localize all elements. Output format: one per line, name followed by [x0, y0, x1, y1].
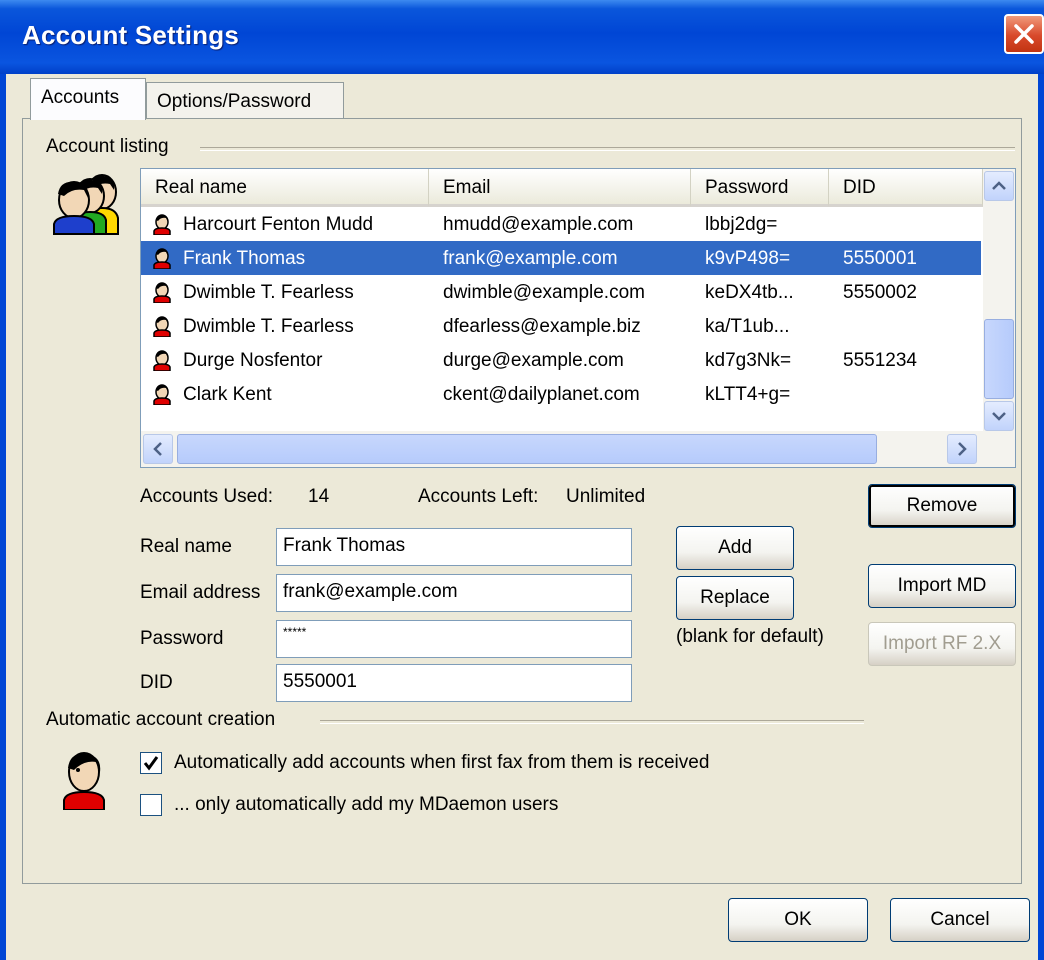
cell-real-name: Dwimble T. Fearless [183, 282, 354, 303]
accounts-used-value: 14 [308, 486, 330, 507]
scroll-up-button[interactable] [984, 171, 1014, 201]
user-icon [153, 214, 171, 235]
password-field[interactable]: ***** [276, 620, 632, 658]
vertical-scroll-thumb[interactable] [984, 319, 1014, 399]
user-icon [153, 350, 171, 371]
accounts-left-value: Unlimited [566, 486, 646, 507]
cell-email: dfearless@example.biz [443, 316, 641, 337]
real-name-field[interactable]: Frank Thomas [276, 528, 632, 566]
scroll-right-button[interactable] [947, 434, 977, 464]
checkmark-icon [143, 756, 159, 771]
scroll-up-icon [992, 181, 1006, 190]
auto-add-label[interactable]: Automatically add accounts when first fa… [174, 752, 709, 774]
user-icon [153, 316, 171, 337]
cancel-button[interactable]: Cancel [890, 898, 1030, 942]
replace-button[interactable]: Replace [676, 576, 794, 620]
column-header-did[interactable]: DID [829, 169, 983, 207]
import-md-button[interactable]: Import MD [868, 564, 1016, 608]
window-frame-right [1038, 74, 1044, 960]
did-field[interactable]: 5550001 [276, 664, 632, 702]
user-icon [153, 384, 171, 405]
horizontal-scroll-thumb[interactable] [177, 434, 877, 464]
scroll-left-button[interactable] [143, 434, 173, 464]
cell-email: frank@example.com [443, 248, 618, 269]
cell-password: kd7g3Nk= [705, 350, 792, 371]
auto-creation-label: Automatic account creation [46, 709, 284, 731]
cell-real-name: Frank Thomas [183, 248, 306, 269]
table-row[interactable]: Frank Thomas frank@example.com k9vP498= 555… [141, 241, 981, 275]
only-mdaemon-label[interactable]: ... only automatically add my MDaemon us… [174, 794, 558, 816]
user-icon [63, 752, 105, 810]
cell-password: lbbj2dg= [705, 214, 778, 235]
accounts-used-label: Accounts Used: [140, 486, 274, 507]
scroll-left-icon [153, 442, 162, 456]
cell-password: ka/T1ub... [705, 316, 790, 337]
cell-password: kLTT4+g= [705, 384, 791, 405]
horizontal-scrollbar[interactable] [141, 431, 1015, 467]
scroll-right-icon [958, 442, 967, 456]
scroll-down-icon [992, 412, 1006, 421]
column-header-real-name[interactable]: Real name [141, 169, 429, 207]
user-icon [153, 282, 171, 303]
cell-real-name: Dwimble T. Fearless [183, 316, 354, 337]
cell-real-name: Clark Kent [183, 384, 272, 405]
column-header-password[interactable]: Password [691, 169, 829, 207]
tab-options-password[interactable]: Options/Password [146, 82, 344, 118]
table-row[interactable]: Dwimble T. Fearless dfearless@example.biz… [141, 309, 981, 343]
table-row[interactable]: Dwimble T. Fearless dwimble@example.com ke… [141, 275, 981, 309]
real-name-label: Real name [140, 536, 232, 557]
cell-real-name: Harcourt Fenton Mudd [183, 214, 374, 235]
cell-did: 5550001 [843, 248, 917, 269]
table-row[interactable]: Harcourt Fenton Mudd hmudd@example.com lbb… [141, 207, 981, 241]
cell-password: keDX4tb... [705, 282, 794, 303]
window-title: Account Settings [22, 20, 239, 50]
table-row[interactable]: Clark Kent ckent@dailyplanet.com kLTT4+g= [141, 377, 981, 411]
cell-password: k9vP498= [705, 248, 791, 269]
cell-email: durge@example.com [443, 350, 624, 371]
tab-accounts[interactable]: Accounts [30, 78, 146, 120]
email-address-label: Email address [140, 582, 261, 603]
vertical-scrollbar[interactable] [983, 169, 1015, 431]
cell-real-name: Durge Nosfentor [183, 350, 323, 371]
add-button[interactable]: Add [676, 526, 794, 570]
only-mdaemon-checkbox[interactable] [140, 794, 162, 816]
table-row[interactable]: Durge Nosfentor durge@example.com kd7g3Nk=… [141, 343, 981, 377]
users-group-icon [53, 174, 119, 235]
password-label: Password [140, 628, 224, 649]
email-address-field[interactable]: frank@example.com [276, 574, 632, 612]
cell-email: ckent@dailyplanet.com [443, 384, 640, 405]
remove-button[interactable]: Remove [868, 484, 1016, 528]
accounts-left-label: Accounts Left: [418, 486, 539, 507]
scroll-down-button[interactable] [984, 401, 1014, 431]
close-icon [1014, 24, 1034, 44]
window-frame-left [0, 74, 6, 960]
cell-email: dwimble@example.com [443, 282, 645, 303]
accounts-listview[interactable]: Real name Email Password DID Harcourt Fe… [140, 168, 1016, 468]
user-icon [153, 248, 171, 269]
cell-email: hmudd@example.com [443, 214, 634, 235]
close-button[interactable] [1004, 14, 1044, 54]
auto-add-checkbox[interactable] [140, 752, 162, 774]
auto-creation-divider [320, 720, 864, 724]
blank-for-default-hint: (blank for default) [676, 626, 824, 647]
import-rf-button: Import RF 2.X [868, 622, 1016, 666]
account-listing-divider [200, 147, 1015, 151]
ok-button[interactable]: OK [728, 898, 868, 942]
cell-did: 5551234 [843, 350, 917, 371]
account-listing-label: Account listing [46, 136, 177, 158]
did-label: DID [140, 672, 173, 693]
cell-did: 5550002 [843, 282, 917, 303]
column-header-email[interactable]: Email [429, 169, 691, 207]
